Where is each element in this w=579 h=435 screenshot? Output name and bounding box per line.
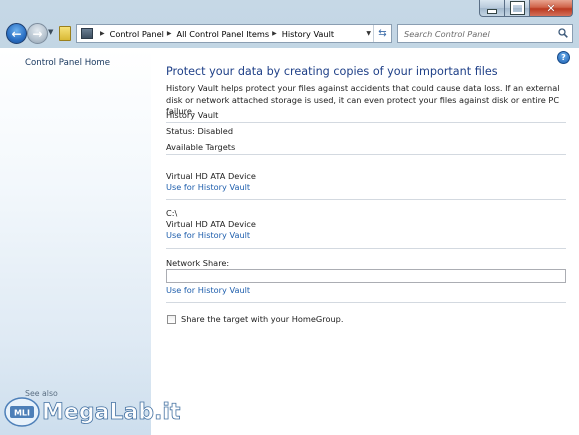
megalab-watermark-logo: MLI MegaLab.it	[4, 397, 181, 427]
help-icon: ?	[561, 53, 566, 62]
network-share-label: Network Share:	[166, 258, 230, 268]
close-button[interactable]: ✕	[530, 0, 573, 17]
divider	[166, 154, 566, 155]
refresh-icon: ⇆	[378, 28, 387, 39]
search-input[interactable]	[398, 25, 554, 42]
page-title: Protect your data by creating copies of …	[166, 65, 498, 78]
share-homegroup-checkbox[interactable]	[167, 315, 176, 324]
use-for-history-vault-link[interactable]: Use for History Vault	[166, 182, 250, 192]
main-pane: ? Protect your data by creating copies o…	[151, 48, 579, 435]
breadcrumb-history-vault[interactable]: History Vault	[282, 29, 334, 39]
divider	[166, 302, 566, 303]
target-device-name: Virtual HD ATA Device	[166, 219, 256, 229]
divider	[166, 199, 566, 200]
back-arrow-icon: ←	[11, 26, 22, 41]
back-button[interactable]: ←	[6, 23, 27, 44]
control-panel-icon	[81, 28, 93, 39]
search-box	[397, 24, 573, 43]
caption-buttons: ✕	[479, 0, 573, 17]
breadcrumb-separator-icon[interactable]: ▶	[167, 30, 172, 37]
breadcrumb: ▶ Control Panel ▶ All Control Panel Item…	[97, 29, 334, 39]
content-area: Control Panel Home See also ? Protect yo…	[0, 48, 579, 435]
divider	[166, 248, 566, 249]
forward-button[interactable]: →	[27, 23, 48, 44]
title-bar[interactable]: ✕	[0, 0, 579, 20]
maximize-button[interactable]	[505, 0, 530, 17]
refresh-button[interactable]: ⇆	[373, 25, 391, 42]
minimize-icon	[487, 8, 497, 14]
status-text: Status: Disabled	[166, 126, 234, 136]
svg-text:MegaLab.it: MegaLab.it	[42, 400, 181, 425]
target-device-name: Virtual HD ATA Device	[166, 171, 256, 181]
close-icon: ✕	[546, 1, 556, 15]
network-share-input[interactable]	[166, 269, 566, 283]
forward-arrow-icon: →	[32, 26, 43, 41]
svg-text:MLI: MLI	[14, 409, 30, 418]
use-for-history-vault-link[interactable]: Use for History Vault	[166, 230, 250, 240]
target-drive-letter: C:\	[166, 208, 178, 218]
share-homegroup-label[interactable]: Share the target with your HomeGroup.	[181, 314, 343, 324]
task-pane: Control Panel Home See also	[0, 48, 151, 435]
divider	[166, 122, 566, 123]
breadcrumb-separator-icon[interactable]: ▶	[100, 30, 105, 37]
breadcrumb-all-items[interactable]: All Control Panel Items	[177, 29, 270, 39]
page-description: History Vault helps protect your files a…	[166, 83, 560, 117]
network-use-for-history-vault-link[interactable]: Use for History Vault	[166, 285, 250, 295]
available-targets-heading: Available Targets	[166, 142, 236, 152]
maximize-icon	[509, 1, 525, 15]
breadcrumb-control-panel[interactable]: Control Panel	[110, 29, 164, 39]
recent-pages-dropdown[interactable]: ▼	[48, 28, 53, 36]
control-panel-home-link[interactable]: Control Panel Home	[25, 58, 110, 68]
navigation-toolbar: ← → ▼ ▶ Control Panel ▶ All Control Pane…	[0, 22, 579, 48]
minimize-button[interactable]	[479, 0, 505, 17]
search-icon[interactable]	[558, 28, 568, 38]
breadcrumb-separator-icon[interactable]: ▶	[272, 30, 277, 37]
address-bar[interactable]: ▶ Control Panel ▶ All Control Panel Item…	[76, 24, 392, 43]
address-dropdown-icon[interactable]: ▼	[366, 30, 371, 37]
control-panel-window: ✕ ← → ▼ ▶ Control Panel ▶ All Control Pa…	[0, 0, 579, 435]
help-button[interactable]: ?	[557, 51, 570, 64]
history-vault-heading: History Vault	[166, 110, 219, 120]
up-folder-icon[interactable]	[59, 26, 71, 41]
